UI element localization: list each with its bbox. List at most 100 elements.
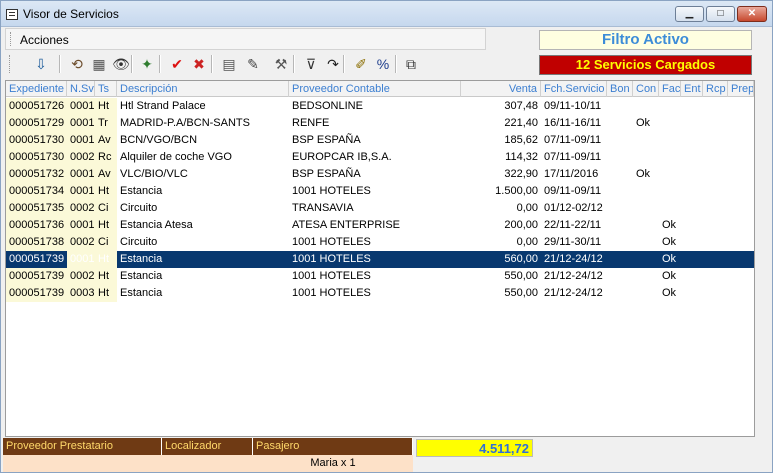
total-amount: 4.511,72: [416, 439, 533, 457]
column-header[interactable]: Con: [633, 81, 659, 97]
copy-icon[interactable]: ⧉: [401, 54, 421, 74]
table-cell: [681, 166, 703, 183]
check-icon[interactable]: ✔: [167, 54, 187, 74]
table-cell: EUROPCAR IB,S.A.: [292, 151, 392, 163]
import-icon[interactable]: ⇩: [31, 54, 51, 74]
table-cell: [728, 251, 754, 268]
table-cell: [659, 200, 681, 217]
table-cell: 322,90: [504, 168, 538, 180]
table-cell: BSP ESPAÑA: [292, 168, 361, 180]
table-cell: [703, 251, 728, 268]
table-row[interactable]: 000051735 0002 Ci Circuito TRANSAVIA 0,00 01/1…: [6, 200, 754, 217]
percent-icon[interactable]: %: [373, 54, 393, 74]
table-cell: 221,40: [504, 117, 538, 129]
table-cell: [703, 234, 728, 251]
table-row[interactable]: 000051729 0001 Tr MADRID-P.A/BCN-SANTS RENFE…: [6, 115, 754, 132]
select-all-icon[interactable]: ▦: [89, 54, 109, 74]
table-row[interactable]: 000051730 0001 Av BCN/VGO/BCN BSP ESPAÑA 185,…: [6, 132, 754, 149]
menu-acciones[interactable]: Acciones: [20, 33, 69, 47]
column-header[interactable]: Venta: [461, 81, 541, 97]
maximize-button[interactable]: □: [706, 6, 735, 22]
toolbar-separator: [211, 55, 212, 73]
table-cell: 0001: [67, 166, 95, 183]
column-header[interactable]: Proveedor Contable: [289, 81, 461, 97]
column-header[interactable]: Prep: [728, 81, 754, 97]
view-eye-icon[interactable]: 👁: [111, 54, 131, 74]
column-header[interactable]: Descripción: [117, 81, 289, 97]
table-row[interactable]: 000051739 0001 Ht Estancia 1001 HOTELES 560,0…: [6, 251, 754, 268]
table-cell: [728, 217, 754, 234]
table-cell: [607, 234, 633, 251]
footer-header: Pasajero: [253, 438, 413, 455]
table-cell: [607, 217, 633, 234]
table-cell: 0001: [67, 132, 95, 149]
table-cell: 0001: [67, 183, 95, 200]
table-cell: Alquiler de coche VGO: [120, 151, 232, 163]
delete-x-icon[interactable]: ✖: [189, 54, 209, 74]
refresh-icon[interactable]: ⟲: [67, 54, 87, 74]
table-cell: 1.500,00: [495, 185, 538, 197]
table-cell: 000051730: [6, 132, 67, 149]
table-cell: [728, 149, 754, 166]
toolbar-separator: [395, 55, 396, 73]
table-cell: [633, 183, 659, 200]
minimize-button[interactable]: ▁: [675, 6, 704, 22]
table-row[interactable]: 000051732 0001 Av VLC/BIO/VLC BSP ESPAÑA 322,…: [6, 166, 754, 183]
table-row[interactable]: 000051738 0002 Ci Circuito 1001 HOTELES 0,00 2…: [6, 234, 754, 251]
column-header[interactable]: Rcp: [703, 81, 728, 97]
table-cell: Estancia: [120, 253, 163, 265]
column-header[interactable]: Bon: [607, 81, 633, 97]
table-cell: 000051730: [6, 149, 67, 166]
table-cell: 185,62: [504, 134, 538, 146]
column-header[interactable]: Fac: [659, 81, 681, 97]
table-cell: [607, 132, 633, 149]
footer-values-row: Maria x 1: [3, 455, 413, 472]
filter-icon[interactable]: ⊽: [301, 54, 321, 74]
table-cell: [633, 149, 659, 166]
services-viewer-window: Visor de Servicios ▁ □ ✕ Acciones Filtro…: [0, 0, 773, 473]
toolbar: ⇩ ⟲ ▦ 👁 ✦ ✔ ✖ ▤ ✎ ⚒ ⊽ ↷ ✐% ⧉: [5, 52, 432, 76]
column-header[interactable]: Ts: [95, 81, 117, 97]
table-row[interactable]: 000051736 0001 Ht Estancia Atesa ATESA ENTER…: [6, 217, 754, 234]
table-cell: [607, 115, 633, 132]
table-row[interactable]: 000051730 0002 Rc Alquiler de coche VGO EURO…: [6, 149, 754, 166]
table-cell: Circuito: [120, 202, 158, 214]
table-cell: 1001 HOTELES: [292, 287, 371, 299]
table-row[interactable]: 000051726 0001 Ht Htl Strand Palace BEDSONLI…: [6, 98, 754, 115]
column-header[interactable]: N.Sv: [67, 81, 95, 97]
table-row[interactable]: 000051739 0003 Ht Estancia 1001 HOTELES 550,0…: [6, 285, 754, 302]
table-cell: 01/12-02/12: [544, 202, 603, 214]
calculator-icon[interactable]: ▤: [219, 54, 239, 74]
table-cell: [607, 149, 633, 166]
table-cell: 17/11/2016: [544, 168, 599, 180]
toolbar-separator: [293, 55, 294, 73]
table-cell: TRANSAVIA: [292, 202, 354, 214]
close-button[interactable]: ✕: [737, 6, 767, 22]
table-cell: VLC/BIO/VLC: [120, 168, 188, 180]
column-header[interactable]: Expediente: [6, 81, 67, 97]
table-cell: 560,00: [504, 253, 538, 265]
column-header[interactable]: Ent: [681, 81, 703, 97]
edit-dropdown-icon[interactable]: ✎: [243, 54, 263, 74]
table-cell: Ok: [662, 219, 677, 231]
app-icon: [6, 9, 18, 20]
column-header[interactable]: Fch.Servicio: [541, 81, 607, 97]
table-cell: [659, 149, 681, 166]
table-row[interactable]: 000051739 0002 Ht Estancia 1001 HOTELES 550,0…: [6, 268, 754, 285]
table-cell: Ok: [636, 117, 651, 129]
table-cell: [681, 149, 703, 166]
toolbar-separator: [131, 55, 132, 73]
pencil-note-icon[interactable]: ✐: [351, 54, 371, 74]
table-cell: 0,00: [516, 236, 538, 248]
table-cell: [728, 132, 754, 149]
rs-validate-icon[interactable]: ✦: [137, 54, 157, 74]
table-cell: 200,00: [504, 219, 538, 231]
table-cell: [607, 98, 633, 115]
table-cell: 1001 HOTELES: [292, 236, 371, 248]
tools-icon[interactable]: ⚒: [271, 54, 291, 74]
table-cell: 000051729: [6, 115, 67, 132]
forward-arrow-icon[interactable]: ↷: [323, 54, 343, 74]
table-row[interactable]: 000051734 0001 Ht Estancia 1001 HOTELES 1.500…: [6, 183, 754, 200]
table-cell: [681, 115, 703, 132]
table-cell: Av: [95, 166, 117, 183]
